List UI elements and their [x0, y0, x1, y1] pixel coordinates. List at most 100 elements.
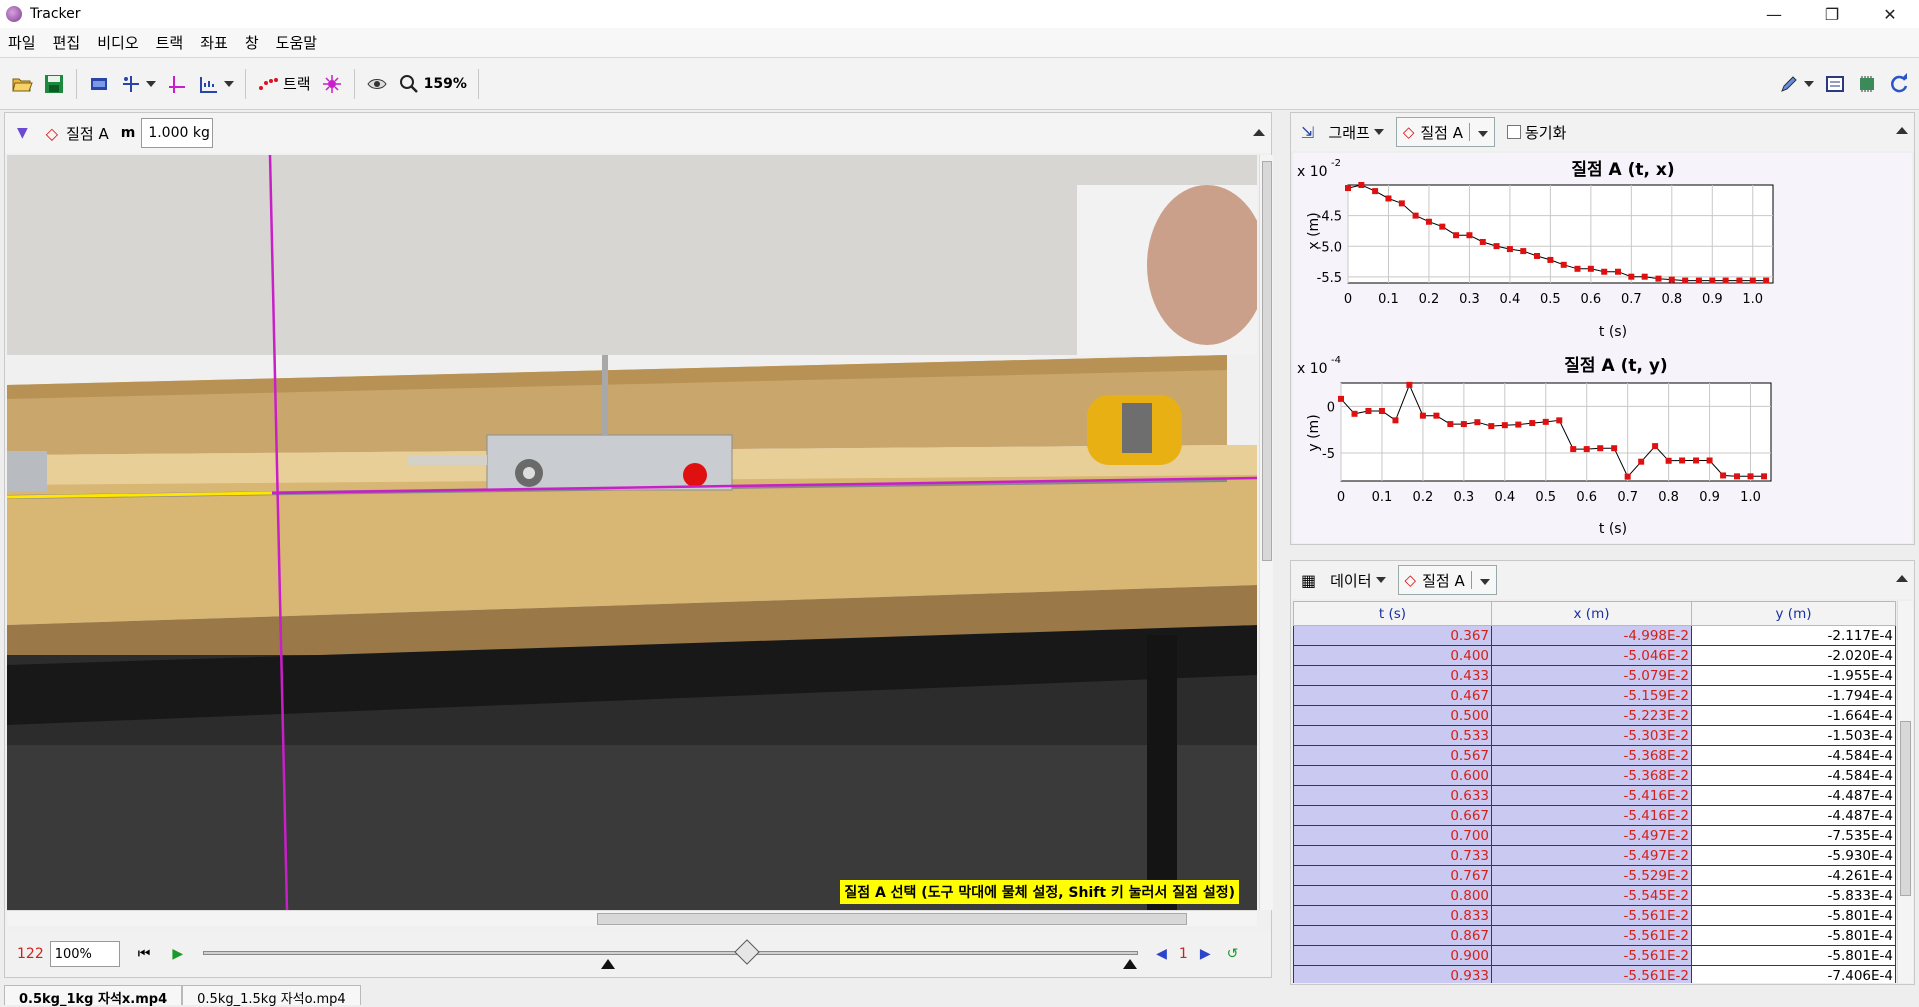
table-row[interactable]: 0.900 -5.561E-2 -5.801E-4: [1293, 945, 1896, 966]
video-frame[interactable]: 질점 A 선택 (도구 막대에 물체 설정, Shift 키 눌러서 질점 설정…: [7, 155, 1257, 910]
cell-t[interactable]: 0.633: [1293, 785, 1492, 806]
table-row[interactable]: 0.633 -5.416E-2 -4.487E-4: [1293, 785, 1896, 806]
cell-t[interactable]: 0.767: [1293, 865, 1492, 886]
tape-measure-icon[interactable]: [193, 69, 239, 99]
collapse-data-icon[interactable]: [1896, 575, 1908, 582]
cell-x[interactable]: -4.998E-2: [1491, 625, 1692, 646]
cell-t[interactable]: 0.433: [1293, 665, 1492, 686]
cell-t[interactable]: 0.467: [1293, 685, 1492, 706]
cell-t[interactable]: 0.900: [1293, 945, 1492, 966]
table-row[interactable]: 0.467 -5.159E-2 -1.794E-4: [1293, 685, 1896, 706]
cell-x[interactable]: -5.497E-2: [1491, 825, 1692, 846]
data-view-dropdown[interactable]: 데이터: [1330, 570, 1386, 591]
rate-spinner[interactable]: 100%: [49, 941, 120, 967]
cell-x[interactable]: -5.561E-2: [1491, 925, 1692, 946]
mass-field[interactable]: 1.000 kg: [141, 118, 214, 148]
cell-y[interactable]: -4.487E-4: [1691, 785, 1896, 806]
cell-t[interactable]: 0.500: [1293, 705, 1492, 726]
cell-t[interactable]: 0.867: [1293, 925, 1492, 946]
notes-icon[interactable]: [1819, 69, 1851, 99]
cell-y[interactable]: -4.487E-4: [1691, 805, 1896, 826]
cell-y[interactable]: -4.584E-4: [1691, 765, 1896, 786]
end-marker[interactable]: [1123, 959, 1138, 969]
menu-coords[interactable]: 좌표: [192, 32, 237, 53]
menu-edit[interactable]: 편집: [45, 32, 90, 53]
track-filter-icon[interactable]: ▼: [17, 125, 28, 141]
data-table[interactable]: t (s) x (m) y (m) 0.367 -4.998E-2 -2.117E-…: [1293, 601, 1896, 983]
clip-settings-icon[interactable]: [83, 69, 115, 99]
axes-icon[interactable]: [161, 69, 193, 99]
calibration-tools-icon[interactable]: [115, 69, 161, 99]
cell-y[interactable]: -4.584E-4: [1691, 745, 1896, 766]
cell-t[interactable]: 0.833: [1293, 905, 1492, 926]
cell-t[interactable]: 0.533: [1293, 725, 1492, 746]
graph-canvas[interactable]: x 10 -2 질점 A (t, x) x (m) t (s) 0 0.1 0.2 0…: [1293, 153, 1912, 543]
slider-thumb[interactable]: [734, 939, 760, 965]
playback-slider[interactable]: [203, 939, 1139, 969]
track-name[interactable]: 질점 A: [66, 123, 109, 144]
table-row[interactable]: 0.433 -5.079E-2 -1.955E-4: [1293, 665, 1896, 686]
table-row[interactable]: 0.600 -5.368E-2 -4.584E-4: [1293, 765, 1896, 786]
cell-y[interactable]: -5.801E-4: [1691, 905, 1896, 926]
cell-y[interactable]: -7.406E-4: [1691, 965, 1896, 983]
cell-t[interactable]: 0.733: [1293, 845, 1492, 866]
cell-x[interactable]: -5.561E-2: [1491, 945, 1692, 966]
table-row[interactable]: 0.800 -5.545E-2 -5.833E-4: [1293, 885, 1896, 906]
close-button[interactable]: ✕: [1861, 0, 1919, 28]
collapse-toolbar-icon[interactable]: [1253, 129, 1265, 136]
cell-y[interactable]: -1.955E-4: [1691, 665, 1896, 686]
cell-y[interactable]: -7.535E-4: [1691, 825, 1896, 846]
table-row[interactable]: 0.767 -5.529E-2 -4.261E-4: [1293, 865, 1896, 886]
open-folder-icon[interactable]: [6, 69, 38, 99]
col-x-header[interactable]: x (m): [1491, 601, 1692, 626]
cell-t[interactable]: 0.700: [1293, 825, 1492, 846]
play-button[interactable]: ▶: [172, 946, 183, 962]
save-icon[interactable]: [38, 69, 70, 99]
cell-x[interactable]: -5.497E-2: [1491, 845, 1692, 866]
table-row[interactable]: 0.867 -5.561E-2 -5.801E-4: [1293, 925, 1896, 946]
data-track-select[interactable]: ◇ 질점 A: [1397, 565, 1497, 595]
cell-y[interactable]: -1.794E-4: [1691, 685, 1896, 706]
table-row[interactable]: 0.400 -5.046E-2 -2.020E-4: [1293, 645, 1896, 666]
minimize-button[interactable]: —: [1745, 0, 1803, 28]
menu-track[interactable]: 트랙: [148, 32, 193, 53]
cell-x[interactable]: -5.561E-2: [1491, 905, 1692, 926]
cell-x[interactable]: -5.159E-2: [1491, 685, 1692, 706]
table-row[interactable]: 0.833 -5.561E-2 -5.801E-4: [1293, 905, 1896, 926]
cell-x[interactable]: -5.416E-2: [1491, 785, 1692, 806]
cell-x[interactable]: -5.046E-2: [1491, 645, 1692, 666]
cell-t[interactable]: 0.400: [1293, 645, 1492, 666]
start-marker[interactable]: [601, 959, 616, 969]
menu-file[interactable]: 파일: [0, 32, 45, 53]
cell-t[interactable]: 0.800: [1293, 885, 1492, 906]
cell-t[interactable]: 0.567: [1293, 745, 1492, 766]
cell-t[interactable]: 0.600: [1293, 765, 1492, 786]
step-size[interactable]: 1: [1179, 946, 1188, 962]
table-row[interactable]: 0.567 -5.368E-2 -4.584E-4: [1293, 745, 1896, 766]
cell-y[interactable]: -1.503E-4: [1691, 725, 1896, 746]
cell-t[interactable]: 0.667: [1293, 805, 1492, 826]
cell-y[interactable]: -2.020E-4: [1691, 645, 1896, 666]
cell-x[interactable]: -5.079E-2: [1491, 665, 1692, 686]
cell-t[interactable]: 0.367: [1293, 625, 1492, 646]
cell-x[interactable]: -5.368E-2: [1491, 745, 1692, 766]
cell-x[interactable]: -5.561E-2: [1491, 965, 1692, 983]
loop-icon[interactable]: ↺: [1227, 946, 1239, 962]
graph-track-select[interactable]: ◇ 질점 A: [1395, 117, 1495, 147]
restore-button[interactable]: ❐: [1803, 0, 1861, 28]
refresh-icon[interactable]: [1883, 69, 1915, 99]
autotracker-icon[interactable]: [316, 69, 348, 99]
zoom-button[interactable]: 159%: [393, 69, 472, 99]
menu-window[interactable]: 창: [237, 32, 268, 53]
video-vertical-scrollbar[interactable]: [1259, 155, 1273, 910]
cell-x[interactable]: -5.368E-2: [1491, 765, 1692, 786]
table-row[interactable]: 0.500 -5.223E-2 -1.664E-4: [1293, 705, 1896, 726]
table-row[interactable]: 0.733 -5.497E-2 -5.930E-4: [1293, 845, 1896, 866]
step-forward-button[interactable]: ▶: [1200, 946, 1211, 962]
col-y-header[interactable]: y (m): [1691, 601, 1896, 626]
cell-t[interactable]: 0.933: [1293, 965, 1492, 983]
cell-x[interactable]: -5.529E-2: [1491, 865, 1692, 886]
cell-x[interactable]: -5.223E-2: [1491, 705, 1692, 726]
pencil-icon[interactable]: [1773, 69, 1819, 99]
file-tab[interactable]: 0.5kg_1.5kg 자석o.mp4: [182, 985, 361, 1007]
